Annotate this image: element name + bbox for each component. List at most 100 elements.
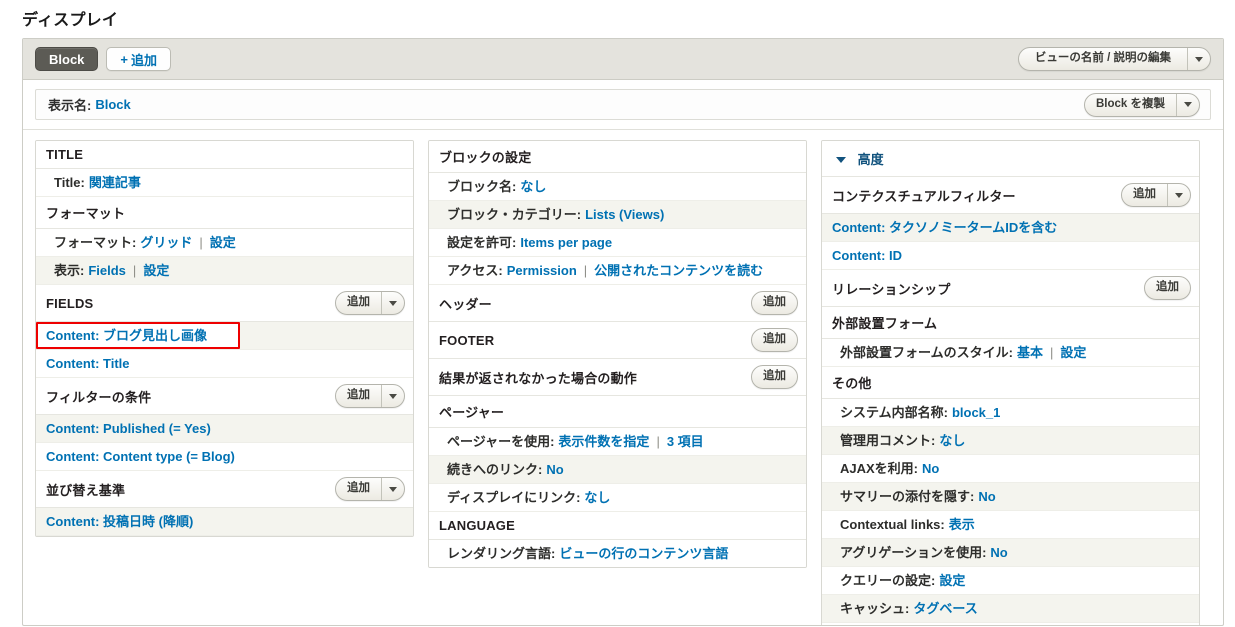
section-heading-label: その他 — [832, 376, 872, 391]
add-display-button[interactable]: + 追加 — [106, 47, 172, 71]
sort-item-order: (降順) — [158, 514, 194, 529]
row-value-link[interactable]: No — [978, 488, 995, 505]
section-heading-label: TITLE — [46, 147, 84, 162]
row-label: ディスプレイにリンク: — [447, 490, 581, 505]
row-value-link[interactable]: 関連記事 — [89, 174, 141, 191]
contextual-filter-item-content-id[interactable]: Content: ID — [822, 242, 1199, 270]
section-heading-label: FIELDS — [46, 295, 94, 311]
row-value-link[interactable]: No — [922, 460, 939, 477]
field-item-label: Content: ブログ見出し画像 — [46, 328, 208, 343]
row-value-link[interactable]: No — [546, 461, 563, 478]
row-settings-link[interactable]: 設定 — [1060, 344, 1086, 361]
tab-block[interactable]: Block — [35, 47, 99, 71]
section-heading-label: FOOTER — [439, 332, 495, 348]
add-relationship-button[interactable]: 追加 — [1145, 277, 1190, 299]
row-value-link[interactable]: No — [990, 544, 1007, 561]
chevron-down-icon[interactable] — [381, 292, 404, 314]
row-value-link[interactable]: なし — [939, 432, 965, 449]
add-filter-button[interactable]: 追加 — [336, 385, 381, 407]
section-actions: 追加 — [1121, 183, 1191, 207]
tabs-right-actions: ビューの名前 / 説明の編集 — [1017, 47, 1211, 71]
section-footer-heading: FOOTER 追加 — [429, 322, 806, 359]
row-label: キャッシュ: — [840, 601, 910, 616]
section-format-heading: フォーマット — [36, 197, 413, 229]
field-item-title[interactable]: Content: Title — [36, 350, 413, 378]
section-actions: 追加 — [335, 291, 405, 315]
add-footer-button[interactable]: 追加 — [752, 329, 797, 351]
row-use-ajax: AJAXを利用: No — [822, 455, 1199, 483]
row-value-link[interactable]: タグベース — [913, 600, 977, 617]
add-header-button[interactable]: 追加 — [752, 292, 797, 314]
section-heading-label: ページャー — [439, 405, 505, 420]
edit-view-name-description-button-group: ビューの名前 / 説明の編集 — [1017, 47, 1211, 71]
filter-item-content-type[interactable]: Content: Content type (= Blog) — [36, 443, 413, 471]
chevron-down-icon[interactable] — [381, 385, 404, 407]
row-settings-link[interactable]: 設定 — [143, 262, 169, 279]
row-settings-link[interactable]: 公開されたコンテンツを読む — [594, 262, 763, 279]
row-items-link[interactable]: 3 項目 — [667, 433, 704, 450]
sort-item-label: Content: 投稿日時 — [46, 514, 156, 529]
section-header-heading: ヘッダー 追加 — [429, 285, 806, 322]
row-value-link[interactable]: ビューの行のコンテンツ言語 — [559, 545, 728, 562]
filter-item-published[interactable]: Content: Published (= Yes) — [36, 415, 413, 443]
row-value-link[interactable]: Fields — [88, 262, 126, 279]
edit-view-name-description-button[interactable]: ビューの名前 / 説明の編集 — [1019, 48, 1187, 70]
chevron-down-icon[interactable] — [1176, 93, 1199, 116]
row-admin-comment: 管理用コメント: なし — [822, 427, 1199, 455]
section-language-heading: LANGUAGE — [429, 512, 806, 540]
display-name-value[interactable]: Block — [95, 97, 130, 112]
add-sort-button[interactable]: 追加 — [336, 478, 381, 500]
add-field-button[interactable]: 追加 — [336, 292, 381, 314]
field-item-blog-heading-image[interactable]: Content: ブログ見出し画像 — [36, 322, 240, 349]
section-heading-label: 結果が返されなかった場合の動作 — [439, 370, 638, 386]
row-use-aggregation: アグリゲーションを使用: No — [822, 539, 1199, 567]
row-label: アグリゲーションを使用: — [840, 545, 987, 560]
advanced-toggle[interactable]: 高度 — [822, 141, 1199, 177]
row-value-link[interactable]: 設定 — [939, 572, 965, 589]
row-value-link[interactable]: 表示件数を指定 — [558, 433, 649, 450]
section-heading-label: フォーマット — [46, 206, 126, 221]
chevron-down-icon[interactable] — [1187, 48, 1210, 70]
row-label: クエリーの設定: — [840, 573, 936, 588]
plus-icon: + — [120, 51, 128, 67]
row-value-link[interactable]: 表示 — [949, 516, 975, 533]
row-value-link[interactable]: グリッド — [140, 234, 192, 251]
add-no-results-button[interactable]: 追加 — [752, 366, 797, 388]
row-query-settings: クエリーの設定: 設定 — [822, 567, 1199, 595]
row-label: 設定を許可: — [447, 235, 517, 250]
row-value-link[interactable]: 基本 — [1017, 344, 1043, 361]
add-footer-button-group: 追加 — [751, 328, 798, 352]
field-item-highlight-wrapper: Content: ブログ見出し画像 — [36, 322, 413, 350]
chevron-down-icon[interactable] — [381, 478, 404, 500]
page-title: ディスプレイ — [22, 12, 119, 29]
row-settings-link[interactable]: 設定 — [210, 234, 236, 251]
row-value-link[interactable]: block_1 — [952, 404, 1000, 421]
section-actions: 追加 — [751, 291, 798, 315]
contextual-filter-item-taxonomy-term-id[interactable]: Content: タクソノミータームIDを含む — [822, 214, 1199, 242]
row-value-link[interactable]: なし — [584, 489, 610, 506]
sort-item-post-date[interactable]: Content: 投稿日時 (降順) — [36, 508, 413, 536]
row-label: ブロック名: — [447, 179, 517, 194]
contextual-filter-item-label: Content: タクソノミータームIDを含む — [832, 220, 1058, 235]
row-value-link[interactable]: Items per page — [520, 234, 612, 251]
add-contextual-filter-button[interactable]: 追加 — [1122, 184, 1167, 206]
triangle-down-icon — [836, 156, 846, 163]
row-value-link[interactable]: Permission — [507, 262, 577, 279]
row-block-name: ブロック名: なし — [429, 173, 806, 201]
field-item-label: Content: Title — [46, 356, 130, 371]
row-access: アクセス: Permission | 公開されたコンテンツを読む — [429, 257, 806, 285]
display-columns: TITLE Title: 関連記事 フォーマット フォーマット: グリッド | … — [23, 130, 1223, 625]
row-value-link[interactable]: Lists (Views) — [585, 206, 664, 223]
row-format: フォーマット: グリッド | 設定 — [36, 229, 413, 257]
row-value-link[interactable]: なし — [520, 178, 546, 195]
views-ui-edit-page: ディスプレイ Block + 追加 ビューの名前 / 説明の編集 表示名: Bl — [0, 0, 1235, 627]
row-title: Title: 関連記事 — [36, 169, 413, 197]
row-hide-attachment-summary: サマリーの添付を隠す: No — [822, 483, 1199, 511]
row-label: 外部設置フォームのスタイル: — [840, 345, 1013, 360]
chevron-down-icon[interactable] — [1167, 184, 1190, 206]
column-left: TITLE Title: 関連記事 フォーマット フォーマット: グリッド | … — [35, 140, 414, 537]
row-rendering-language: レンダリング言語: ビューの行のコンテンツ言語 — [429, 540, 806, 567]
section-heading-label: リレーションシップ — [832, 281, 951, 297]
section-filters-heading: フィルターの条件 追加 — [36, 378, 413, 415]
duplicate-block-button[interactable]: Block を複製 — [1085, 94, 1176, 116]
